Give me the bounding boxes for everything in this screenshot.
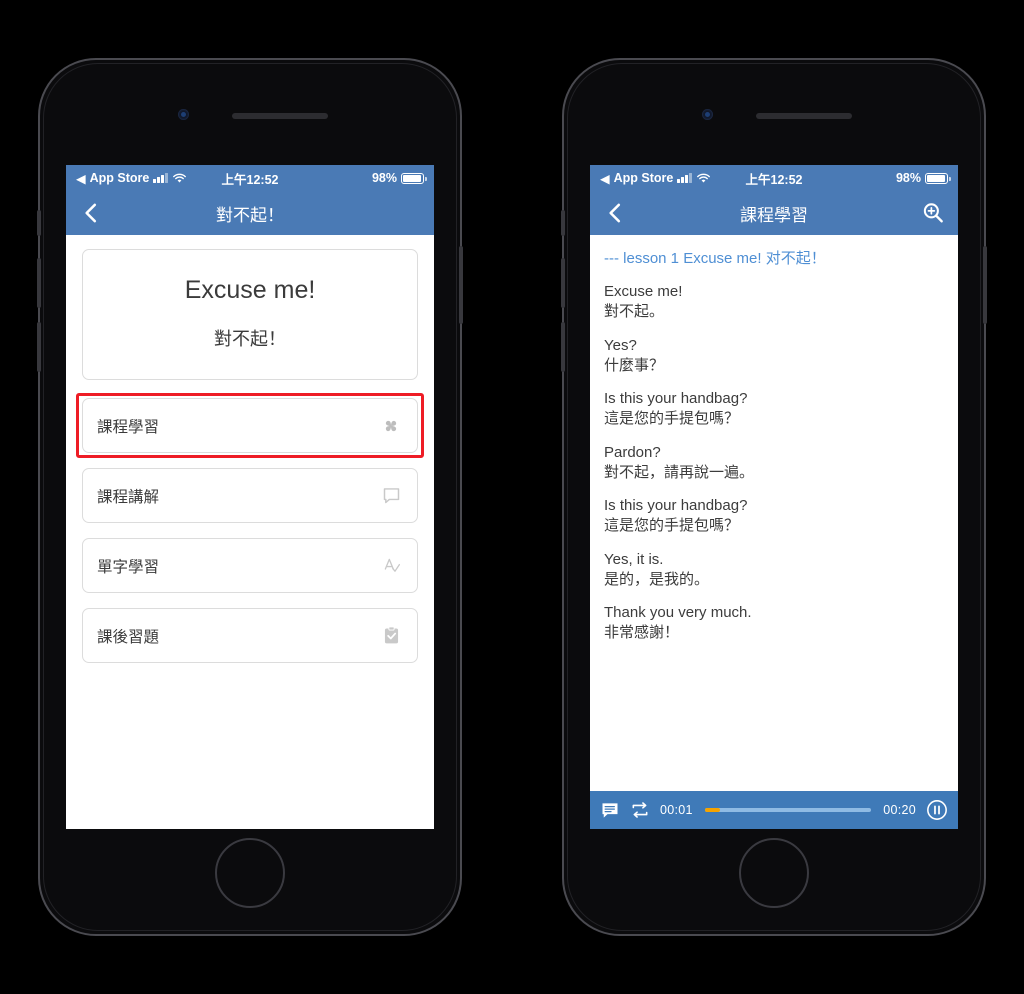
a-check-icon [379, 554, 403, 578]
clipboard-check-icon [379, 624, 403, 648]
earpiece-speaker [232, 113, 328, 119]
mute-switch[interactable] [37, 210, 41, 236]
carrier-label: App Store [89, 171, 150, 185]
dialogue-line: Is this your handbag? 這是您的手提包嗎？ [604, 389, 944, 430]
dialogue-line: Yes, it is. 是的，是我的。 [604, 550, 944, 591]
signal-strength-icon [677, 173, 692, 183]
menu-item-label: 單字學習 [97, 558, 160, 576]
volume-up-button[interactable] [37, 258, 41, 308]
lesson-header: --- lesson 1 Excuse me! 对不起！ [604, 250, 826, 267]
battery-percent-label: 98% [895, 171, 921, 185]
back-to-app-arrow[interactable]: ◀ [76, 171, 86, 186]
dialogue-english: Excuse me! [604, 283, 683, 300]
dialogue-line: Excuse me! 對不起。 [604, 282, 944, 323]
volume-down-button[interactable] [37, 322, 41, 372]
dialogue-line: Thank you very much. 非常感謝！ [604, 603, 944, 644]
dialogue-chinese: 是的，是我的。 [604, 570, 710, 588]
dialogue-chinese: 非常感謝！ [604, 624, 680, 642]
lesson-title-chinese: 對不起！ [214, 329, 286, 349]
status-bar-left: ◀ App Store [600, 171, 711, 186]
dialogue-english: Is this your handbag? [604, 390, 748, 407]
lesson-text-screen: --- lesson 1 Excuse me! 对不起！ Excuse me! … [590, 235, 958, 791]
volume-down-button[interactable] [561, 322, 565, 372]
volume-up-button[interactable] [561, 258, 565, 308]
front-camera [702, 109, 713, 120]
phone-device-left: ◀ App Store 上午12:52 98% 對不起！ Excuse me! … [37, 58, 463, 936]
lesson-title-english: Excuse me! [184, 276, 316, 304]
menu-item-exercises[interactable]: 課後習題 [82, 608, 418, 663]
lesson-title-card: Excuse me! 對不起！ [82, 249, 418, 380]
dialogue-english: Is this your handbag? [604, 497, 748, 514]
power-button[interactable] [459, 246, 463, 324]
navigation-bar-left: 對不起！ [66, 191, 434, 235]
dialogue-english: Pardon? [604, 443, 661, 461]
progress-fill [704, 808, 720, 812]
dialogue-line: Pardon? 對不起，請再說一遍。 [604, 443, 944, 484]
menu-item-course-study[interactable]: 課程學習 [76, 393, 424, 458]
dialogue-chinese: 這是您的手提包嗎？ [604, 410, 740, 428]
menu-item-label: 課程學習 [97, 418, 160, 436]
total-time: 00:20 [883, 803, 916, 817]
zoom-in-icon[interactable] [920, 200, 946, 226]
page-title: 對不起！ [216, 205, 284, 225]
dialogue-chinese: 這是您的手提包嗎？ [604, 517, 740, 535]
menu-item-label: 課程講解 [97, 488, 160, 506]
menu-item-course-explanation[interactable]: 課程講解 [82, 468, 418, 523]
back-to-app-arrow[interactable]: ◀ [600, 171, 610, 186]
elapsed-time: 00:01 [660, 803, 693, 817]
battery-percent-label: 98% [371, 171, 397, 185]
status-bar-right: 98% [371, 171, 427, 185]
dialogue-chinese: 對不起，請再說一遍。 [604, 463, 755, 481]
front-camera [178, 109, 189, 120]
dialogue-line: Yes? 什麼事？ [604, 336, 944, 377]
pause-icon[interactable] [926, 799, 948, 821]
speech-bubble-icon [379, 484, 403, 508]
dialogue-chinese: 對不起。 [604, 303, 665, 321]
signal-strength-icon [153, 173, 168, 183]
dialogue-english: Thank you very much. [604, 604, 752, 621]
chevron-left-icon[interactable] [78, 200, 104, 226]
power-button[interactable] [983, 246, 987, 324]
dialogue-english: Yes? [604, 336, 637, 354]
lesson-menu-list: 課程學習 課程講解 單字學習 課後習題 [76, 393, 424, 663]
phone-device-right: ◀ App Store 上午12:52 98% 課程學習 --- lesson … [561, 58, 987, 936]
battery-icon [925, 172, 951, 184]
status-bar: ◀ App Store 上午12:52 98% [590, 165, 958, 191]
page-title: 課程學習 [740, 205, 808, 225]
dialogue-chinese: 什麼事？ [604, 356, 665, 374]
screen-left: ◀ App Store 上午12:52 98% 對不起！ Excuse me! … [66, 165, 434, 829]
screen-right: ◀ App Store 上午12:52 98% 課程學習 --- lesson … [590, 165, 958, 829]
mute-switch[interactable] [561, 210, 565, 236]
menu-item-vocabulary-study[interactable]: 單字學習 [82, 538, 418, 593]
home-button[interactable] [739, 838, 809, 908]
status-bar-right: 98% [895, 171, 951, 185]
battery-icon [401, 172, 427, 184]
status-bar: ◀ App Store 上午12:52 98% [66, 165, 434, 191]
progress-slider[interactable] [704, 808, 872, 812]
home-button[interactable] [215, 838, 285, 908]
subtitle-bubble-icon[interactable] [600, 800, 620, 820]
navigation-bar-right: 課程學習 [590, 191, 958, 235]
pinwheel-icon [379, 414, 403, 438]
dialogue-line: Is this your handbag? 這是您的手提包嗎？ [604, 496, 944, 537]
lesson-menu-screen: Excuse me! 對不起！ 課程學習 課程講解 單字學習 課後習題 [66, 235, 434, 829]
carrier-label: App Store [613, 171, 674, 185]
chevron-left-icon[interactable] [602, 200, 628, 226]
audio-player-bar: 00:01 00:20 [590, 791, 958, 829]
menu-item-label: 課後習題 [97, 628, 160, 646]
status-bar-left: ◀ App Store [76, 171, 187, 186]
wifi-icon [696, 173, 710, 183]
earpiece-speaker [756, 113, 852, 119]
dialogue-english: Yes, it is. [604, 550, 664, 568]
wifi-icon [172, 173, 186, 183]
repeat-icon[interactable] [630, 800, 650, 820]
